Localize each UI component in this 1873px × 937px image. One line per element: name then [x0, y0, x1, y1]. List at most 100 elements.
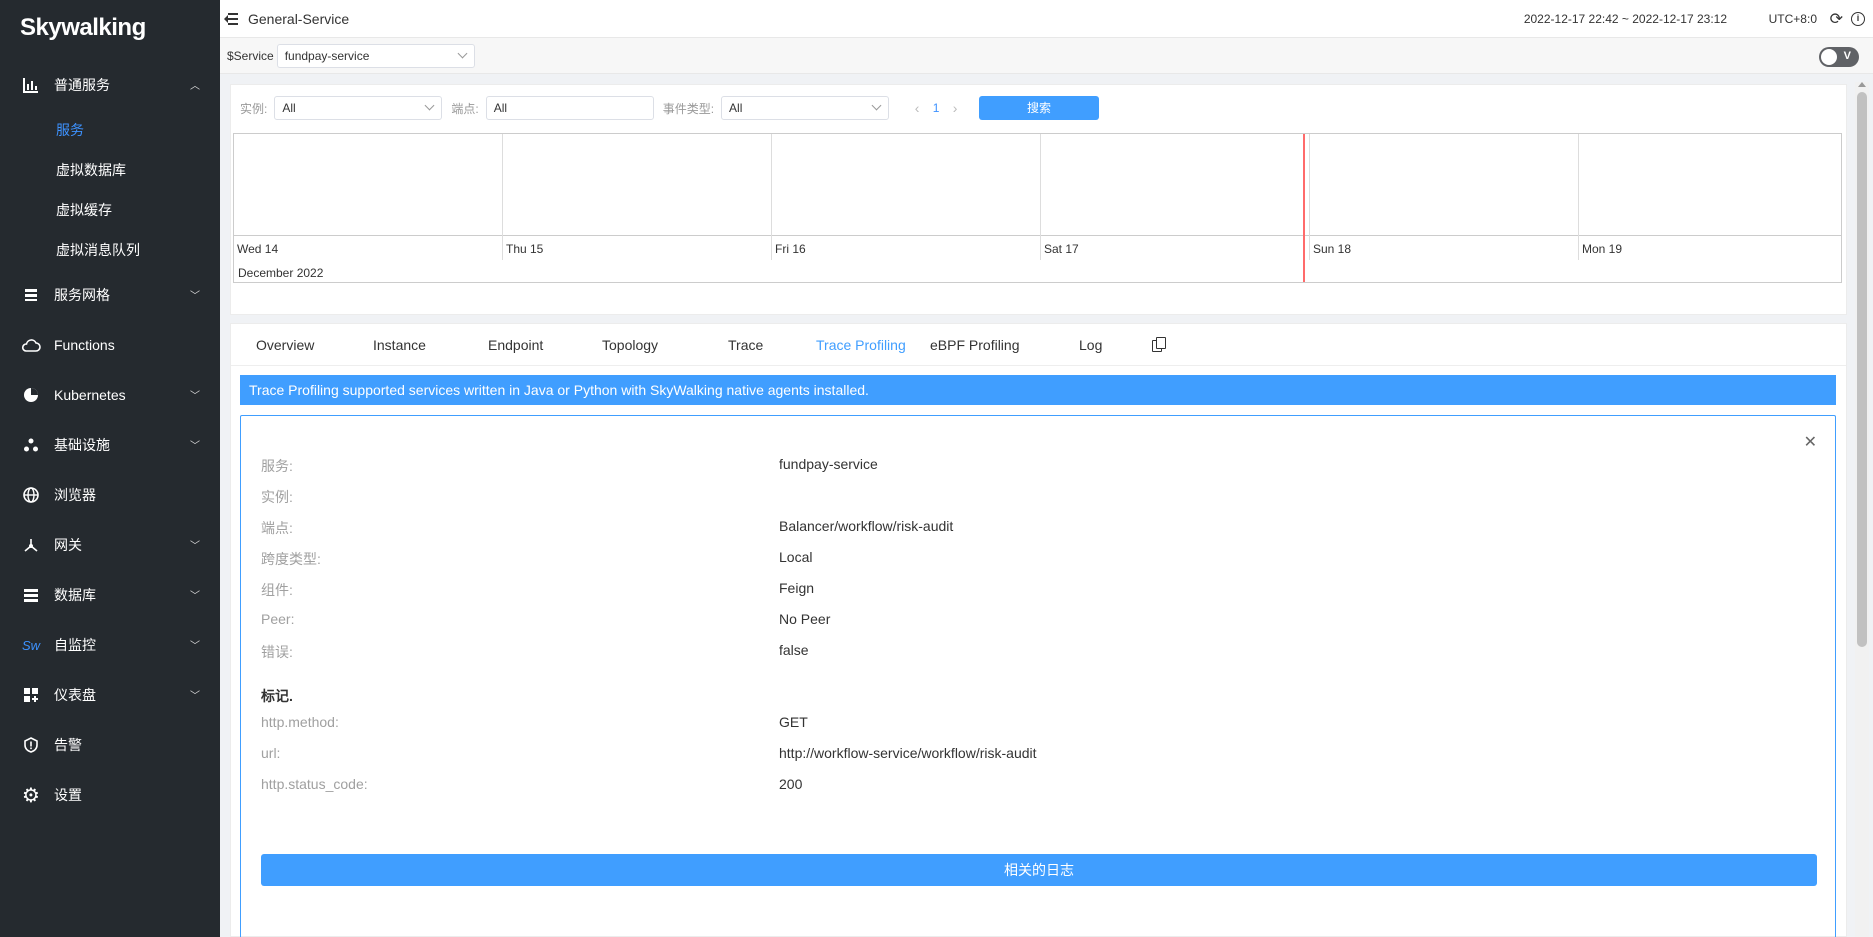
sidebar-subitem-label: 服务 — [56, 122, 84, 138]
timezone-label: UTC+8:0 — [1768, 11, 1817, 26]
logo[interactable]: Skywalking — [0, 0, 220, 60]
sidebar-item-settings[interactable]: ⚙ 设置 — [0, 770, 220, 820]
instance-filter-select[interactable]: All — [274, 96, 443, 120]
tab-ebpf-profiling[interactable]: eBPF Profiling — [930, 337, 1019, 353]
next-page-icon[interactable]: › — [943, 100, 967, 116]
tab-endpoint[interactable]: Endpoint — [488, 337, 543, 353]
timeline-day-label: Sat 17 — [1044, 242, 1079, 256]
chevron-down-icon: ﹀ — [190, 641, 200, 652]
span-detail-card: ✕ 服务: fundpay-service 实例: 端点: Balancer/w… — [240, 415, 1836, 937]
sidebar-item-label: 数据库 — [54, 587, 96, 603]
sidebar-subitem-label: 虚拟数据库 — [56, 162, 126, 178]
main-content: 实例: All 端点: All 事件类型: All ‹ 1 › 搜索 Wed 1… — [230, 84, 1847, 937]
tag-key: url: — [261, 745, 281, 761]
related-logs-button[interactable]: 相关的日志 — [261, 854, 1817, 886]
detail-value: No Peer — [779, 611, 831, 627]
tag-key: http.method: — [261, 714, 339, 730]
database-icon — [20, 584, 42, 606]
trace-profiling-notice: Trace Profiling supported services writt… — [240, 375, 1836, 405]
sidebar-item-label: 浏览器 — [54, 487, 96, 503]
sidebar-item-alerting[interactable]: 告警 — [0, 720, 220, 770]
scrollbar-thumb[interactable] — [1857, 92, 1867, 647]
chevron-down-icon: ﹀ — [190, 591, 200, 602]
sidebar-subitem-label: 虚拟消息队列 — [56, 242, 140, 258]
event-type-filter-label: 事件类型: — [662, 101, 715, 116]
chevron-down-icon: ﹀ — [190, 691, 200, 702]
sidebar-subitem-virtual-cache[interactable]: 虚拟缓存 — [0, 190, 220, 230]
prev-page-icon[interactable]: ‹ — [905, 100, 929, 116]
sidebar-item-service-mesh[interactable]: 服务网格 ﹀ — [0, 270, 220, 320]
event-type-filter-select[interactable]: All — [721, 96, 890, 120]
pagination: ‹ 1 › — [905, 100, 967, 116]
edit-mode-toggle[interactable]: V — [1819, 47, 1859, 67]
timeline-day-label: Mon 19 — [1582, 242, 1623, 256]
tab-overview[interactable]: Overview — [256, 337, 314, 353]
timeline-day-column — [502, 134, 503, 260]
chevron-down-icon — [424, 100, 435, 111]
sidebar-subitem-label: 虚拟缓存 — [56, 202, 112, 218]
sidebar-item-general-service[interactable]: 普通服务 ︿ — [0, 60, 220, 110]
tab-trace-profiling[interactable]: Trace Profiling — [816, 337, 906, 353]
tag-value: http://workflow-service/workflow/risk-au… — [779, 745, 1037, 761]
sidebar-item-infrastructure[interactable]: 基础设施 ﹀ — [0, 420, 220, 470]
current-page[interactable]: 1 — [929, 101, 943, 115]
chevron-down-icon — [457, 48, 468, 58]
cloud-icon — [20, 334, 42, 356]
instance-filter-label: 实例: — [240, 101, 268, 116]
event-type-filter-value: All — [729, 101, 743, 115]
sidebar-item-self-observability[interactable]: Sw 自监控 ﹀ — [0, 620, 220, 670]
chevron-down-icon: ﹀ — [190, 291, 200, 302]
tab-trace[interactable]: Trace — [728, 337, 763, 353]
sidebar-item-dashboard[interactable]: 仪表盘 ﹀ — [0, 670, 220, 720]
tab-instance[interactable]: Instance — [373, 337, 426, 353]
sidebar-subitem-virtual-mq[interactable]: 虚拟消息队列 — [0, 230, 220, 270]
service-select[interactable]: fundpay-service — [276, 43, 475, 68]
tab-log[interactable]: Log — [1079, 337, 1102, 353]
sidebar-item-browser[interactable]: 浏览器 — [0, 470, 220, 520]
bar-chart-icon — [20, 74, 42, 96]
chevron-down-icon — [871, 100, 882, 111]
sidebar: Skywalking 普通服务 ︿ 服务 虚拟数据库 虚拟缓存 虚拟消息队列 服… — [0, 0, 220, 937]
pie-icon — [20, 384, 42, 406]
timeline-day-label: Wed 14 — [237, 242, 279, 256]
sidebar-item-gateway[interactable]: 网关 ﹀ — [0, 520, 220, 570]
sidebar-item-database[interactable]: 数据库 ﹀ — [0, 570, 220, 620]
sidebar-item-kubernetes[interactable]: Kubernetes ﹀ — [0, 370, 220, 420]
sidebar-item-label: 自监控 — [54, 637, 96, 653]
instance-filter-value: All — [282, 101, 296, 115]
sidebar-item-functions[interactable]: Functions — [0, 320, 220, 370]
dashboard-icon — [20, 684, 42, 706]
collapse-menu-icon[interactable] — [224, 12, 238, 25]
endpoint-filter-input[interactable]: All — [485, 96, 654, 120]
timeline-current-time-marker — [1303, 134, 1305, 282]
page-title: General-Service — [248, 10, 350, 27]
copy-icon[interactable] — [1152, 337, 1166, 353]
event-timeline[interactable]: Wed 14 Thu 15 Fri 16 Sat 17 Sun 18 Mon 1… — [233, 133, 1842, 283]
sidebar-subitem-virtual-database[interactable]: 虚拟数据库 — [0, 150, 220, 190]
timeline-day-label: Sun 18 — [1313, 242, 1352, 256]
sidebar-subitem-service[interactable]: 服务 — [0, 110, 220, 150]
search-button[interactable]: 搜索 — [979, 96, 1100, 120]
nodes-icon — [20, 434, 42, 456]
globe-icon — [20, 484, 42, 506]
tab-topology[interactable]: Topology — [602, 337, 658, 353]
page-scrollbar[interactable] — [1855, 82, 1869, 937]
service-select-value: fundpay-service — [284, 48, 370, 63]
close-icon[interactable]: ✕ — [1804, 432, 1817, 452]
info-icon[interactable]: i — [1851, 11, 1865, 26]
detail-value: Local — [779, 549, 813, 565]
gear-icon: ⚙ — [22, 784, 40, 807]
endpoint-filter-value: All — [493, 101, 508, 115]
sidebar-item-label: 普通服务 — [54, 77, 110, 93]
time-range-picker[interactable]: 2022-12-17 22:42 ~ 2022-12-17 23:12 — [1524, 12, 1727, 26]
dashboard-tabs: Overview Instance Endpoint Topology Trac… — [231, 324, 1846, 366]
chevron-down-icon: ﹀ — [190, 391, 200, 402]
sw-icon: Sw — [21, 637, 41, 653]
scroll-up-icon[interactable] — [1858, 82, 1866, 87]
refresh-icon[interactable]: ⟳ — [1830, 9, 1843, 29]
sidebar-item-label: 告警 — [54, 737, 82, 753]
dashboard-panel: Overview Instance Endpoint Topology Trac… — [230, 323, 1847, 937]
events-panel: 实例: All 端点: All 事件类型: All ‹ 1 › 搜索 Wed 1… — [230, 84, 1847, 315]
tag-value: 200 — [779, 776, 803, 792]
detail-value: fundpay-service — [779, 456, 878, 472]
